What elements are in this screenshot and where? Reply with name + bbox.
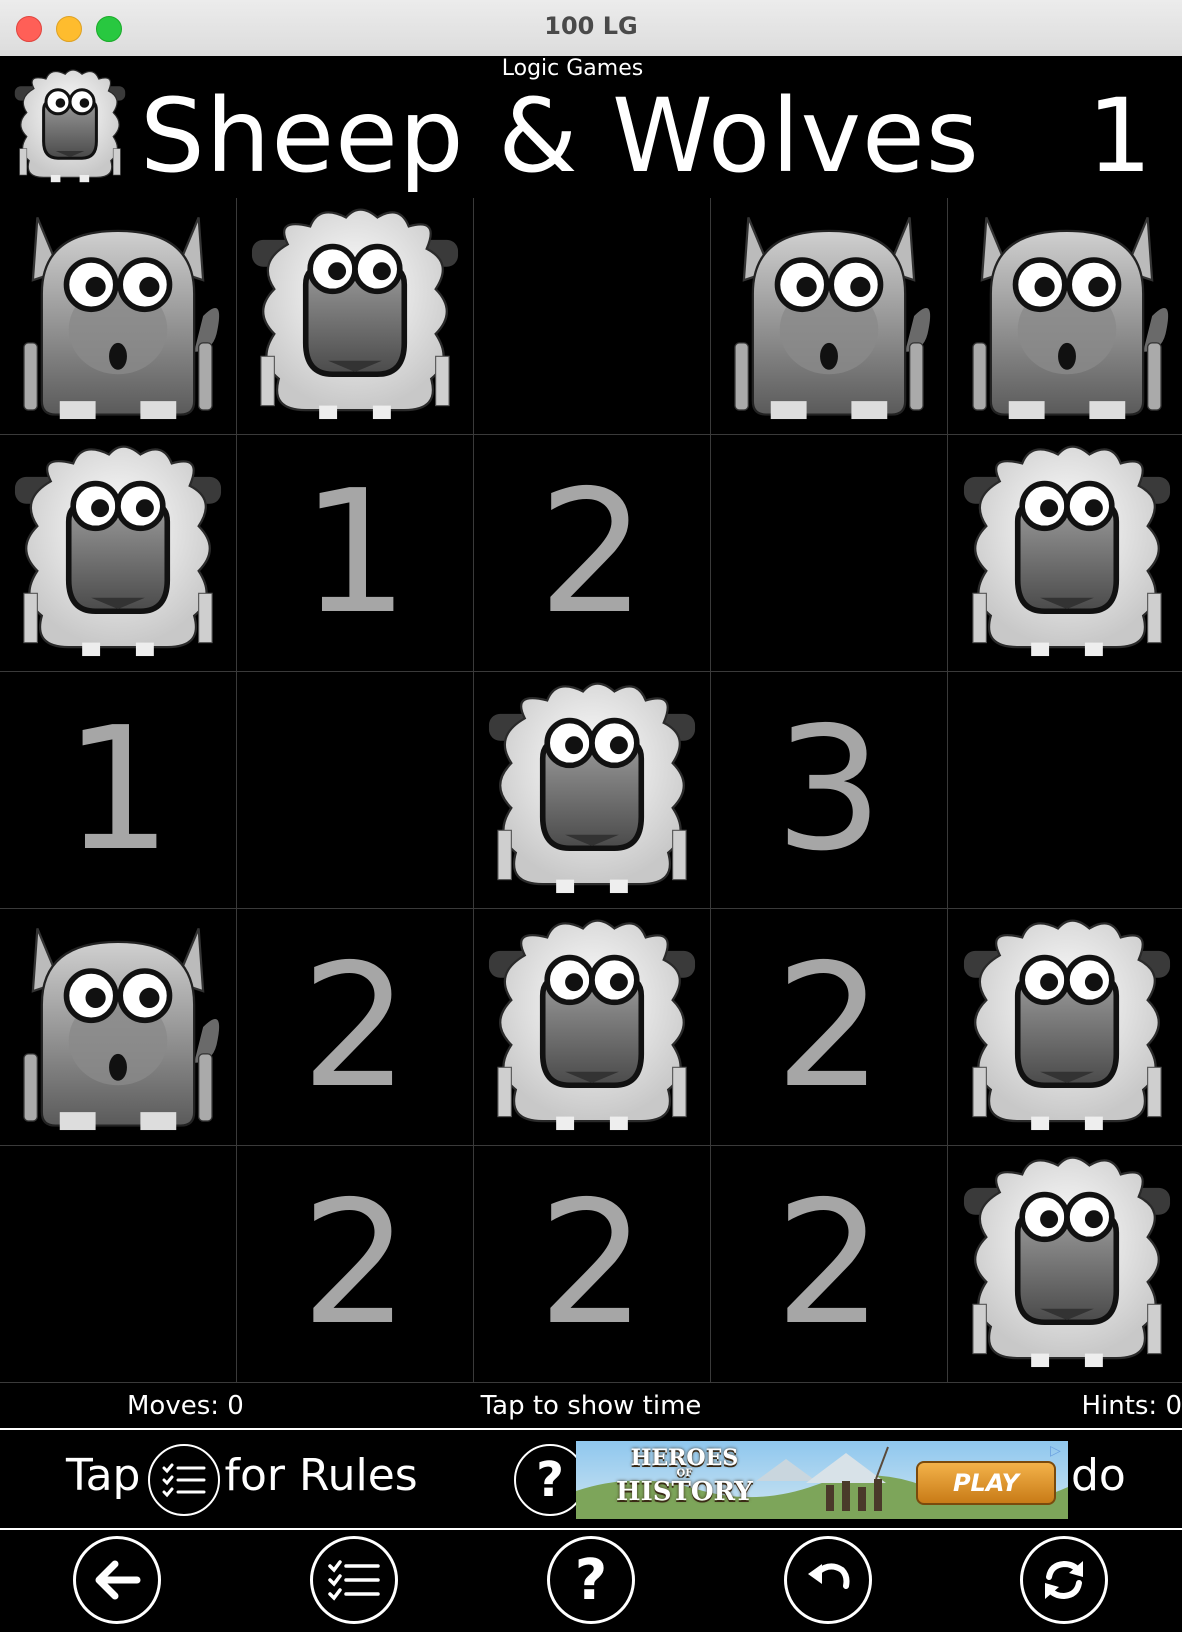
sheep-logo-icon (10, 64, 130, 190)
wolf-icon (955, 204, 1179, 428)
grid-cell[interactable] (0, 198, 237, 435)
clue-number: 1 (300, 454, 410, 652)
grid-cell[interactable]: 3 (711, 672, 948, 909)
wolf-icon (6, 204, 230, 428)
grid-cell[interactable] (948, 1146, 1182, 1383)
help-button[interactable]: ? (547, 1536, 635, 1624)
instruction-banner: Tap for Rules ? do HEROES OF HISTORY PLAY… (0, 1428, 1182, 1530)
grid-cell[interactable] (0, 435, 237, 672)
grid-cell[interactable]: 2 (474, 435, 711, 672)
grid-cell[interactable] (237, 672, 474, 909)
grid-cell[interactable] (237, 198, 474, 435)
grid-cell[interactable]: 2 (711, 1146, 948, 1383)
window-title: 100 LG (544, 12, 638, 40)
advertisement-banner[interactable]: HEROES OF HISTORY PLAY ▷ (576, 1441, 1068, 1519)
grid-cell[interactable]: 2 (237, 909, 474, 1146)
clue-number: 2 (537, 454, 647, 652)
sheep-icon (955, 1152, 1179, 1376)
grid-cell[interactable]: 2 (474, 1146, 711, 1383)
sheep-icon (243, 204, 467, 428)
grid-cell[interactable] (711, 435, 948, 672)
clue-number: 2 (300, 1165, 410, 1363)
back-button[interactable] (73, 1536, 161, 1624)
back-arrow-icon (95, 1560, 141, 1600)
clue-number: 2 (774, 928, 884, 1126)
sheep-icon (955, 915, 1179, 1139)
rules-list-icon (328, 1560, 380, 1601)
grid-cell[interactable] (0, 909, 237, 1146)
grid-cell[interactable] (474, 909, 711, 1146)
undo-icon (808, 1563, 850, 1589)
grid-cell[interactable]: 2 (711, 909, 948, 1146)
clue-number: 3 (774, 691, 884, 889)
clue-number: 2 (537, 1165, 647, 1363)
ad-choices-icon[interactable]: ▷ (1050, 1443, 1066, 1459)
level-number: 1 (1087, 77, 1152, 196)
wolf-icon (717, 204, 941, 428)
clue-number: 2 (774, 1165, 884, 1363)
grid-cell[interactable]: 2 (237, 1146, 474, 1383)
wolf-icon (6, 915, 230, 1139)
grid-cell[interactable] (948, 909, 1182, 1146)
refresh-icon (1045, 1560, 1083, 1600)
grid-cell[interactable] (474, 198, 711, 435)
rules-suffix: for Rules (224, 1450, 418, 1501)
help-icon: ? (574, 1547, 608, 1613)
grid-cell[interactable] (711, 198, 948, 435)
undo-instruction-fragment: do (1071, 1450, 1126, 1501)
game-title: Sheep & Wolves (140, 77, 980, 196)
grid-cell[interactable] (948, 198, 1182, 435)
clue-number: 2 (300, 928, 410, 1126)
rules-prefix: Tap (66, 1450, 141, 1501)
sheep-icon (480, 678, 704, 902)
ad-play-button[interactable]: PLAY (916, 1461, 1056, 1505)
sheep-icon (6, 441, 230, 665)
sheep-icon (480, 915, 704, 1139)
grid-cell[interactable]: 1 (0, 672, 237, 909)
sheep-icon (955, 441, 1179, 665)
grid-cell[interactable]: 1 (237, 435, 474, 672)
rules-instruction: Tap for Rules (66, 1450, 418, 1501)
grid-cell[interactable] (474, 672, 711, 909)
ad-logo: HEROES OF HISTORY (616, 1445, 753, 1507)
bottom-toolbar: ? (0, 1530, 1182, 1632)
clue-number: 1 (63, 691, 173, 889)
rules-button[interactable] (310, 1536, 398, 1624)
grid-cell[interactable] (948, 435, 1182, 672)
grid-cell[interactable] (948, 672, 1182, 909)
hints-counter: Hints: 0 (1081, 1391, 1182, 1421)
grid-cell[interactable] (0, 1146, 237, 1383)
show-time-toggle[interactable]: Tap to show time (0, 1391, 1182, 1421)
status-bar: Moves: 0 Tap to show time Hints: 0 (0, 1383, 1182, 1427)
puzzle-grid: 121322222 (0, 198, 1182, 1383)
window-titlebar: 100 LG (0, 0, 1182, 57)
restart-button[interactable] (1020, 1536, 1108, 1624)
undo-button[interactable] (784, 1536, 872, 1624)
rules-list-icon (148, 1444, 220, 1516)
